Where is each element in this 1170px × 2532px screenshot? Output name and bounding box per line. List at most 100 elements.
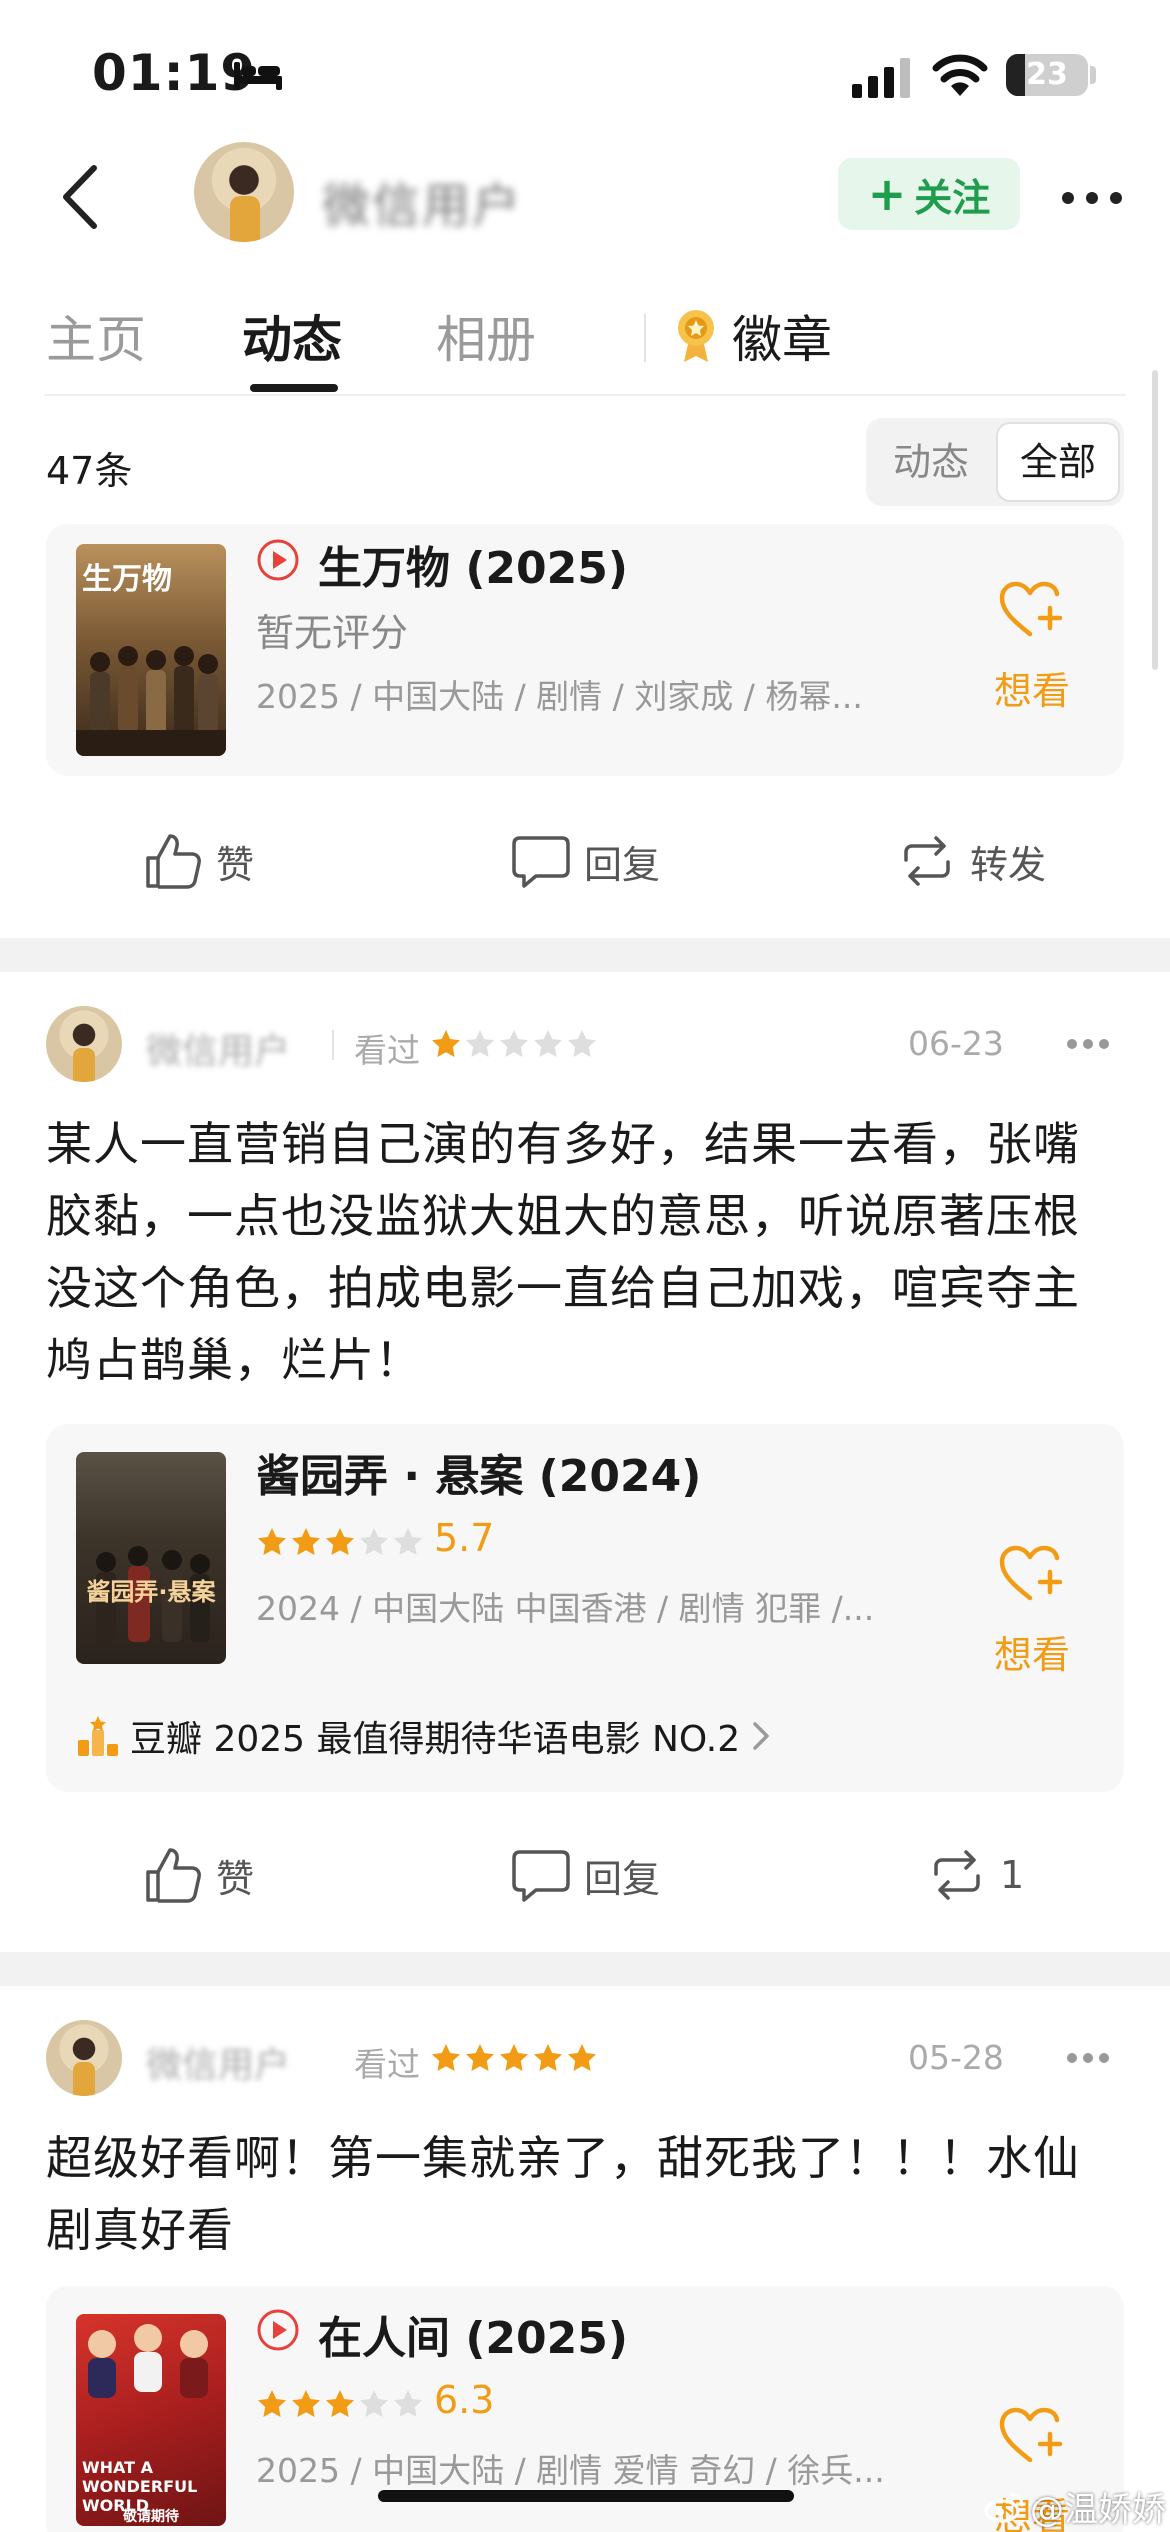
movie-star-rating — [256, 1526, 424, 1558]
follow-button[interactable]: + 关注 — [838, 158, 1020, 230]
rating-text: 暂无评分 — [256, 611, 409, 655]
weibo-logo-icon — [984, 2493, 1024, 2522]
star-filled-icon — [292, 2390, 320, 2417]
watched-status: 看过 — [354, 1031, 420, 1070]
poster-figures-image — [76, 646, 226, 756]
reply-label: 回复 — [584, 1856, 661, 1901]
tab-home[interactable]: 主页 — [46, 300, 146, 372]
play-icon — [257, 539, 299, 581]
post-avatar[interactable] — [46, 2020, 122, 2096]
movie-card[interactable]: 生万物 生万物 (2025) 暂无评分 2025 / 中国大陆 / 剧情 / 刘… — [46, 524, 1124, 776]
repost-arrows-icon — [934, 1850, 980, 1900]
star-filled-icon — [258, 1528, 286, 1555]
star-filled-icon — [568, 2044, 596, 2071]
movie-title[interactable]: 在人间 (2025) — [318, 2302, 628, 2366]
profile-username: 微信用户 — [322, 178, 523, 234]
post-meta-separator — [332, 1030, 334, 1060]
movie-title[interactable]: 生万物 (2025) — [318, 532, 628, 596]
movie-title[interactable]: 酱园弄 · 悬案 (2024) — [256, 1440, 701, 1504]
ranking-text: 豆瓣 2025 最值得期待华语电影 NO.2 — [130, 1719, 741, 1760]
movie-score: 5.7 — [434, 1516, 495, 1560]
home-indicator[interactable] — [378, 2490, 794, 2502]
poster-figures-image — [88, 2324, 208, 2398]
follow-label: 关注 — [914, 175, 991, 220]
watermark-text: @温娇娇 — [1030, 2490, 1166, 2530]
watched-status: 看过 — [354, 2045, 420, 2084]
post-date: 06-23 — [908, 1024, 1004, 1063]
heart-plus-icon[interactable] — [998, 2406, 1066, 2466]
movie-poster: 酱园弄·悬案 — [76, 1452, 226, 1664]
like-label: 赞 — [216, 842, 255, 887]
reply-button[interactable]: 回复 — [510, 1844, 660, 1906]
battery-percent: 23 — [1026, 57, 1068, 92]
star-filled-icon — [432, 2044, 460, 2071]
avatar[interactable] — [194, 142, 294, 242]
poster-title: 生万物 — [82, 562, 172, 597]
filter-option-all[interactable]: 全部 — [996, 422, 1120, 502]
repost-button[interactable]: 1 — [926, 1844, 1024, 1906]
chevron-right-icon — [753, 1722, 769, 1750]
sleep-bed-icon — [234, 62, 282, 90]
cellular-signal-icon — [852, 58, 910, 98]
filter-segmented-control: 动态 全部 — [866, 418, 1124, 506]
like-button[interactable]: 赞 — [142, 1844, 254, 1906]
post-username[interactable]: 微信用户 — [146, 2036, 290, 2088]
ranking-link[interactable]: 豆瓣 2025 最值得期待华语电影 NO.2 — [76, 1710, 772, 1762]
repost-label: 转发 — [970, 842, 1047, 887]
section-divider — [0, 938, 1170, 972]
reply-button[interactable]: 回复 — [510, 830, 660, 892]
active-tab-indicator — [250, 384, 338, 392]
user-star-rating — [430, 1028, 598, 1060]
movie-card[interactable]: 酱园弄·悬案 酱园弄 · 悬案 (2024) 5.7 2024 / 中国大陆 中… — [46, 1424, 1124, 1792]
star-empty-icon — [394, 1528, 422, 1555]
more-options-icon[interactable] — [1060, 190, 1124, 206]
star-empty-icon — [568, 1030, 596, 1057]
ranking-bars-icon — [78, 1716, 118, 1756]
tab-activity[interactable]: 动态 — [242, 300, 342, 372]
movie-meta: 2025 / 中国大陆 / 剧情 / 刘家成 / 杨幂... — [256, 677, 863, 716]
filter-option-activity[interactable]: 动态 — [866, 418, 996, 506]
post-body: 超级好看啊！第一集就亲了，甜死我了！！！水仙剧真好看 — [46, 2131, 1080, 2257]
tab-album[interactable]: 相册 — [436, 300, 536, 372]
movie-star-rating — [256, 2388, 424, 2420]
post-avatar[interactable] — [46, 1006, 122, 1082]
section-divider — [0, 1952, 1170, 1986]
thumbs-up-icon — [146, 1848, 201, 1903]
repost-button[interactable]: 转发 — [896, 830, 1046, 892]
medal-badge-icon — [678, 310, 714, 362]
comment-bubble-icon — [512, 1850, 570, 1902]
star-empty-icon — [394, 2390, 422, 2417]
play-icon — [257, 2309, 299, 2351]
post-username[interactable]: 微信用户 — [146, 1022, 290, 1074]
battery-tip — [1090, 66, 1096, 84]
star-filled-icon — [432, 1030, 460, 1057]
like-label: 赞 — [216, 1856, 255, 1901]
post-date: 05-28 — [908, 2038, 1004, 2077]
star-filled-icon — [534, 2044, 562, 2071]
movie-score: 6.3 — [434, 2378, 495, 2422]
want-to-watch-label[interactable]: 想看 — [994, 660, 1070, 715]
heart-plus-icon[interactable] — [998, 1544, 1066, 1604]
movie-meta: 2025 / 中国大陆 / 剧情 爱情 奇幻 / 徐兵... — [256, 2451, 885, 2490]
post-more-icon[interactable] — [1066, 2052, 1110, 2064]
tab-separator — [644, 314, 646, 362]
star-filled-icon — [292, 1528, 320, 1555]
star-filled-icon — [258, 2390, 286, 2417]
star-empty-icon — [466, 1030, 494, 1057]
repost-arrows-icon — [904, 836, 950, 886]
back-arrow-icon[interactable] — [56, 162, 106, 232]
heart-plus-icon[interactable] — [998, 580, 1066, 640]
repost-count: 1 — [1000, 1853, 1025, 1897]
post-body: 某人一直营销自己演的有多好，结果一去看，张嘴胶黏，一点也没监狱大姐大的意思，听说… — [46, 1117, 1080, 1387]
want-to-watch-label[interactable]: 想看 — [994, 1624, 1070, 1679]
tab-badges[interactable]: 徽章 — [732, 300, 832, 372]
post-more-icon[interactable] — [1066, 1038, 1110, 1050]
star-filled-icon — [466, 2044, 494, 2071]
user-star-rating — [430, 2042, 598, 2074]
like-button[interactable]: 赞 — [142, 830, 254, 892]
post-count: 47条 — [46, 449, 133, 493]
star-empty-icon — [360, 1528, 388, 1555]
scrollbar[interactable] — [1152, 370, 1158, 670]
star-empty-icon — [500, 1030, 528, 1057]
poster-title: 酱园弄·悬案 — [86, 1578, 216, 1606]
